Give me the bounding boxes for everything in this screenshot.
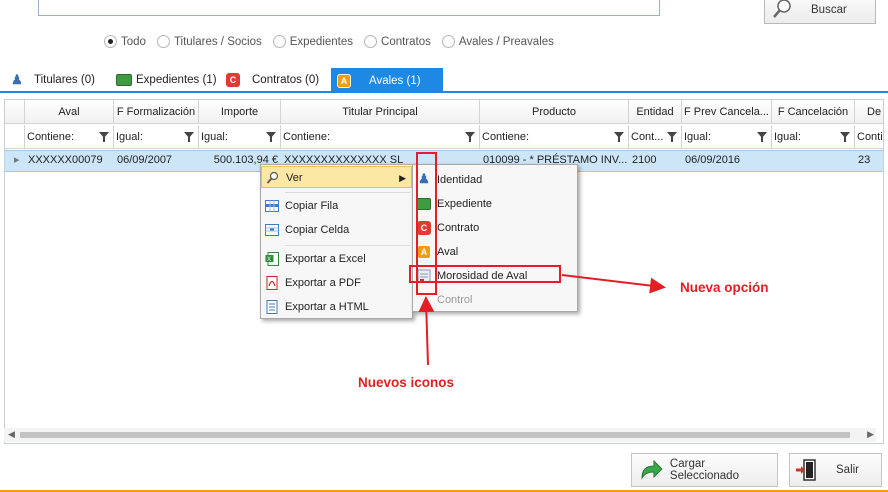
load-selected-button[interactable]: Cargar Seleccionado: [631, 453, 778, 487]
icons-highlight-box: [416, 152, 437, 295]
exit-door-icon: [796, 459, 816, 481]
annotation-overlay: [409, 152, 666, 366]
green-arrow-icon: [641, 459, 663, 480]
button-label: Salir: [836, 464, 860, 476]
new-icons-annotation: Nuevos iconos: [358, 375, 455, 390]
new-option-annotation: Nueva opción: [680, 280, 769, 295]
new-icons-arrow: [418, 296, 435, 366]
button-label: Cargar Seleccionado: [669, 458, 739, 482]
exit-button[interactable]: Salir: [789, 453, 882, 487]
new-option-arrow: [561, 274, 666, 294]
option-highlight-box: [409, 265, 561, 283]
